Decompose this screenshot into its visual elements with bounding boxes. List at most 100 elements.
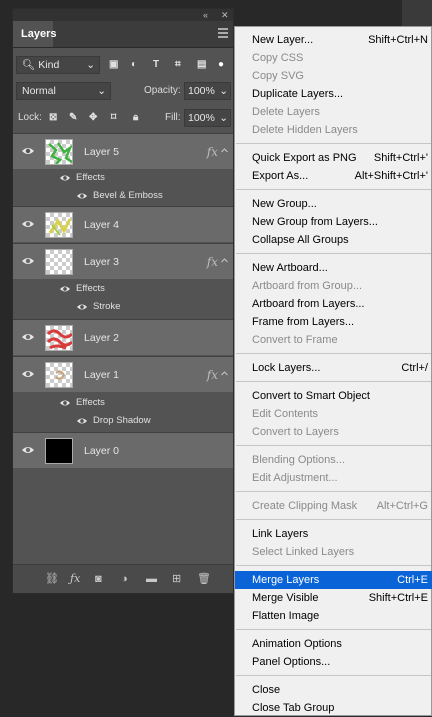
chevron-down-icon: ⌄	[219, 112, 228, 124]
menu-item-shortcut: Alt+Shift+Ctrl+'	[354, 170, 428, 182]
menu-item-close-tab-group[interactable]: Close Tab Group	[235, 699, 432, 717]
menu-item-convert-to-smart-object[interactable]: Convert to Smart Object	[235, 387, 432, 405]
menu-item-copy-svg: Copy SVG	[235, 67, 432, 85]
menu-item-label: Artboard from Group...	[252, 280, 363, 292]
effect-item[interactable]: Bevel & Emboss	[13, 187, 233, 205]
panel-menu-icon[interactable]	[218, 28, 228, 38]
menu-item-export-as[interactable]: Export As... Alt+Shift+Ctrl+'	[235, 167, 432, 185]
menu-item-new-group[interactable]: New Group...	[235, 195, 432, 213]
menu-item-panel-options[interactable]: Panel Options...	[235, 653, 432, 671]
menu-item-close[interactable]: Close	[235, 681, 432, 699]
menu-item-artboard-from-layers[interactable]: Artboard from Layers...	[235, 295, 432, 313]
pixel-filter-icon[interactable]: ▣	[109, 56, 118, 74]
menu-item-label: Quick Export as PNG	[252, 152, 357, 164]
eye-icon[interactable]	[21, 331, 35, 343]
filter-toggle-icon[interactable]: ●	[218, 56, 224, 74]
fill-input[interactable]: 100% ⌄	[184, 109, 231, 127]
trash-icon[interactable]: 🗑︎	[197, 572, 211, 586]
menu-item-label: Duplicate Layers...	[252, 88, 344, 100]
menu-separator	[236, 143, 431, 144]
menu-item-label: Convert to Frame	[252, 334, 338, 346]
chevron-up-icon[interactable]	[221, 370, 228, 377]
menu-item-lock-layers[interactable]: Lock Layers... Ctrl+/	[235, 359, 432, 377]
lock-all-icon[interactable]: 🔒︎	[133, 109, 138, 127]
menu-item-collapse-all-groups[interactable]: Collapse All Groups	[235, 231, 432, 249]
filter-kind-dropdown[interactable]: 🔍︎ Kind ⌄	[16, 56, 100, 74]
opacity-input[interactable]: 100% ⌄	[184, 82, 231, 100]
adjustment-filter-icon[interactable]: ◐	[131, 56, 137, 74]
lock-transparent-icon[interactable]: ⊠	[49, 109, 57, 127]
lock-move-icon[interactable]: ✥	[89, 109, 97, 127]
menu-item-new-group-from-layers[interactable]: New Group from Layers...	[235, 213, 432, 231]
layer-row-3[interactable]: Layer 3 fx	[13, 243, 233, 279]
menu-item-label: Flatten Image	[252, 610, 320, 622]
effects-row[interactable]: Effects	[13, 394, 233, 412]
fx-icon[interactable]: fx	[207, 134, 218, 170]
menu-item-shortcut: Alt+Ctrl+G	[376, 500, 428, 512]
eye-icon[interactable]	[21, 218, 35, 230]
menu-separator	[236, 381, 431, 382]
tab-layers[interactable]: Layers	[13, 21, 56, 47]
adjustment-layer-icon[interactable]: ◑	[121, 572, 128, 586]
fill-value: 100%	[188, 112, 215, 124]
menu-item-label: Select Linked Layers	[252, 546, 355, 558]
blend-mode-dropdown[interactable]: Normal ⌄	[16, 82, 111, 100]
layer-name[interactable]: Layer 5	[84, 134, 119, 170]
effects-label: Effects	[76, 283, 105, 294]
new-group-icon[interactable]: ▬	[146, 572, 157, 586]
eye-icon[interactable]	[59, 173, 71, 183]
layer-name[interactable]: Layer 4	[84, 207, 119, 243]
layer-name[interactable]: Layer 2	[84, 320, 119, 356]
menu-item-animation-options[interactable]: Animation Options	[235, 635, 432, 653]
layer-row-0[interactable]: Layer 0	[13, 432, 233, 468]
menu-item-flatten-image[interactable]: Flatten Image	[235, 607, 432, 625]
menu-item-frame-from-layers[interactable]: Frame from Layers...	[235, 313, 432, 331]
fx-icon[interactable]: fx	[207, 357, 218, 393]
layer-row-2[interactable]: Layer 2	[13, 319, 233, 355]
type-filter-icon[interactable]: T	[153, 56, 159, 74]
lock-paint-icon[interactable]: ✎	[69, 109, 77, 127]
eye-icon[interactable]	[76, 302, 88, 312]
eye-icon[interactable]	[21, 444, 35, 456]
chevron-up-icon[interactable]	[221, 147, 228, 154]
layer-name[interactable]: Layer 1	[84, 357, 119, 393]
menu-item-edit-contents: Edit Contents	[235, 405, 432, 423]
menu-item-new-artboard[interactable]: New Artboard...	[235, 259, 432, 277]
lock-artboard-icon[interactable]: ⌑	[111, 109, 116, 127]
eye-icon[interactable]	[21, 368, 35, 380]
effects-row[interactable]: Effects	[13, 169, 233, 187]
layer-name[interactable]: Layer 3	[84, 244, 119, 280]
eye-icon[interactable]	[21, 255, 35, 267]
layers-panel: « ✕ Layers 🔍︎ Kind ⌄ ▣ ◐ T ⌗ ▤ ● Normal …	[12, 8, 234, 594]
add-style-icon[interactable]: ƒx	[70, 572, 80, 586]
menu-item-link-layers[interactable]: Link Layers	[235, 525, 432, 543]
eye-icon[interactable]	[59, 284, 71, 294]
eye-icon[interactable]	[21, 145, 35, 157]
new-layer-icon[interactable]: ⊞	[172, 572, 181, 586]
add-mask-icon[interactable]: ◙	[95, 572, 102, 586]
effects-row[interactable]: Effects	[13, 280, 233, 298]
layer-row-1[interactable]: Layer 1 fx	[13, 356, 233, 392]
menu-item-duplicate-layers[interactable]: Duplicate Layers...	[235, 85, 432, 103]
shape-filter-icon[interactable]: ⌗	[175, 56, 181, 74]
menu-item-merge-visible[interactable]: Merge Visible Shift+Ctrl+E	[235, 589, 432, 607]
menu-separator	[236, 491, 431, 492]
link-layers-icon[interactable]: ⛓︎	[45, 572, 59, 586]
menu-item-new-layer[interactable]: New Layer... Shift+Ctrl+N	[235, 31, 432, 49]
menu-item-quick-export-as-png[interactable]: Quick Export as PNG Shift+Ctrl+'	[235, 149, 432, 167]
menu-item-label: New Artboard...	[252, 262, 328, 274]
smart-object-filter-icon[interactable]: ▤	[197, 56, 206, 74]
layer-row-5[interactable]: Layer 5 fx	[13, 133, 233, 169]
collapse-icon[interactable]: «	[203, 9, 208, 21]
eye-icon[interactable]	[76, 416, 88, 426]
effect-item[interactable]: Drop Shadow	[13, 412, 233, 430]
layer-name[interactable]: Layer 0	[84, 433, 119, 469]
chevron-up-icon[interactable]	[221, 257, 228, 264]
eye-icon[interactable]	[76, 191, 88, 201]
fx-icon[interactable]: fx	[207, 244, 218, 280]
effect-item[interactable]: Stroke	[13, 298, 233, 316]
layer-row-4[interactable]: Layer 4	[13, 206, 233, 242]
eye-icon[interactable]	[59, 398, 71, 408]
close-icon[interactable]: ✕	[221, 9, 229, 21]
menu-item-merge-layers[interactable]: Merge Layers Ctrl+E	[235, 571, 432, 589]
